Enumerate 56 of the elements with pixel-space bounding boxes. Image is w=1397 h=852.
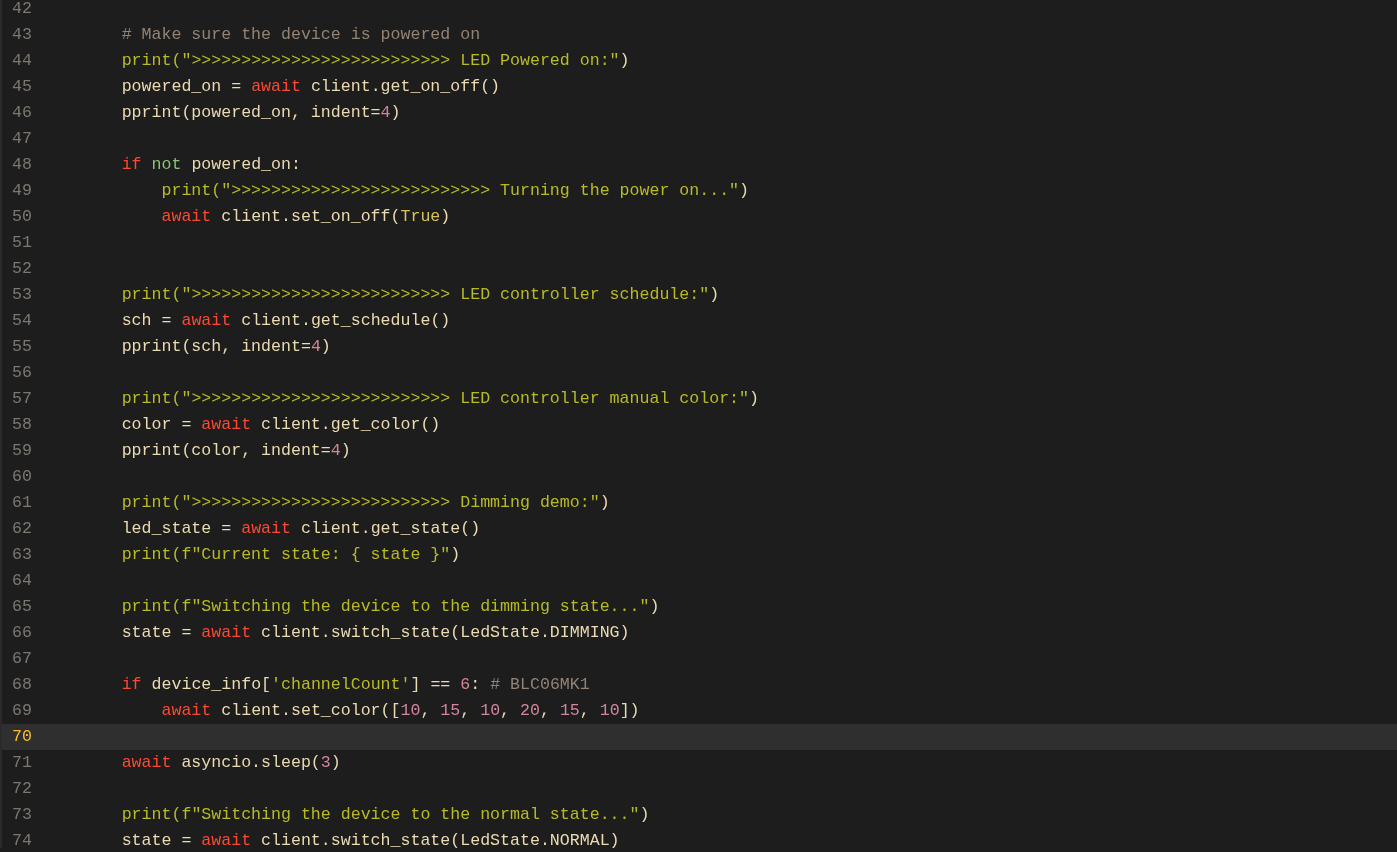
line-number: 48 (11, 154, 33, 176)
line-number: 72 (11, 778, 33, 800)
code-line: print(">>>>>>>>>>>>>>>>>>>>>>>>>> Turning the power on...") (160, 180, 751, 202)
code-line: await client.set_on_off(True) (160, 206, 452, 228)
line-number: 56 (11, 362, 33, 384)
line-number: 46 (11, 102, 33, 124)
line-number: 69 (11, 700, 33, 722)
code-line: state = await client.switch_state(LedState.DIMMING) (120, 622, 631, 644)
code-line: print(f"Switching the device to the dimming state...") (120, 596, 661, 618)
code-line: print(">>>>>>>>>>>>>>>>>>>>>>>>>> LED controller schedule:") (120, 284, 721, 306)
line-number: 70 (2, 724, 42, 750)
code-line: print(">>>>>>>>>>>>>>>>>>>>>>>>>> LED Powered on:") (120, 50, 631, 72)
line-number: 64 (11, 570, 33, 592)
line-number: 60 (11, 466, 33, 488)
code-line: color = await client.get_color() (120, 414, 442, 436)
code-line: state = await client.switch_state(LedState.NORMAL) (120, 830, 621, 852)
line-number: 49 (11, 180, 33, 202)
line-number: 58 (11, 414, 33, 436)
line-number: 52 (11, 258, 33, 280)
code-line: led_state = await client.get_state() (120, 518, 482, 540)
line-number: 55 (11, 336, 33, 358)
code-line: print(f"Current state: { state }") (120, 544, 462, 566)
line-number: 66 (11, 622, 33, 644)
line-number: 68 (11, 674, 33, 696)
code-line: print(f"Switching the device to the normal state...") (120, 804, 651, 826)
code-line: sch = await client.get_schedule() (120, 310, 452, 332)
code-line: pprint(sch, indent=4) (120, 336, 332, 358)
code-line: if not powered_on: (120, 154, 302, 176)
line-number: 62 (11, 518, 33, 540)
line-number: 57 (11, 388, 33, 410)
line-number: 65 (11, 596, 33, 618)
line-number: 42 (11, 0, 33, 20)
line-number: 61 (11, 492, 33, 514)
line-number: 44 (11, 50, 33, 72)
code-line: await client.set_color([10, 15, 10, 20, 15, 10]) (160, 700, 641, 722)
line-number: 67 (11, 648, 33, 670)
code-line: pprint(color, indent=4) (120, 440, 352, 462)
code-line: # Make sure the device is powered on (120, 24, 482, 46)
code-line: print(">>>>>>>>>>>>>>>>>>>>>>>>>> LED controller manual color:") (120, 388, 760, 410)
line-number: 47 (11, 128, 33, 150)
code-line: if device_info['channelCount'] == 6: # BLC06MK1 (120, 674, 591, 696)
line-number: 45 (11, 76, 33, 98)
line-number: 59 (11, 440, 33, 462)
code-line: await asyncio.sleep(3) (120, 752, 342, 774)
line-number: 54 (11, 310, 33, 332)
line-number: 71 (11, 752, 33, 774)
line-number: 43 (11, 24, 33, 46)
line-number: 63 (11, 544, 33, 566)
line-number: 73 (11, 804, 33, 826)
line-number: 51 (11, 232, 33, 254)
code-line: pprint(powered_on, indent=4) (120, 102, 402, 124)
line-number: 74 (11, 830, 33, 852)
code-line: print(">>>>>>>>>>>>>>>>>>>>>>>>>> Dimming demo:") (120, 492, 611, 514)
line-number: 50 (11, 206, 33, 228)
code-line: powered_on = await client.get_on_off() (120, 76, 502, 98)
line-number: 53 (11, 284, 33, 306)
